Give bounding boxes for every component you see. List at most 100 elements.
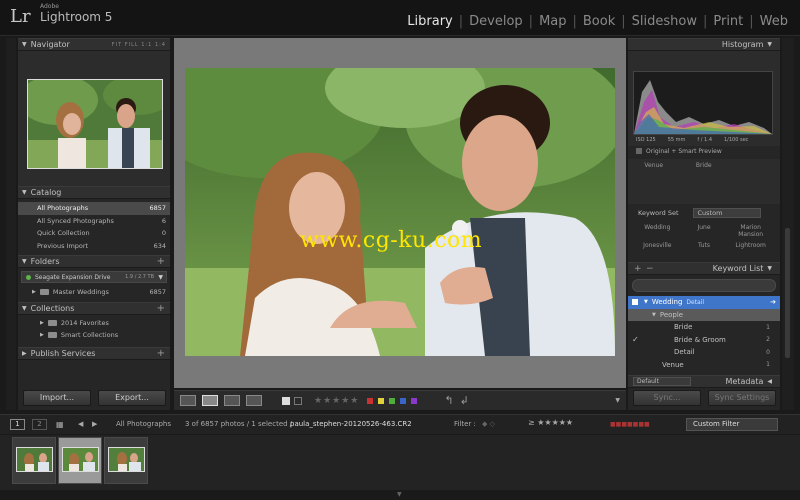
catalog-item[interactable]: All Synced Photographs 6 [18, 215, 170, 228]
color-label-yellow[interactable] [378, 397, 385, 404]
grid-icon[interactable]: ▦ [56, 420, 64, 429]
remove-keyword-icon[interactable]: − [646, 264, 654, 274]
collections-header[interactable]: ▼ Collections + [18, 302, 170, 315]
secondary-window-2-button[interactable]: 2 [32, 419, 47, 430]
catalog-item[interactable]: Quick Collection 0 [18, 227, 170, 240]
expand-triangle-icon[interactable]: ▼ [652, 312, 656, 318]
toolbar-menu-icon[interactable]: ▼ [615, 397, 620, 404]
main-photo[interactable]: www.cg-ku.com [185, 68, 615, 356]
add-collection-icon[interactable]: + [157, 303, 165, 314]
keyword-arrow-icon[interactable]: ➔ [770, 298, 776, 306]
module-print[interactable]: Print [707, 14, 749, 29]
selected-filename[interactable]: paula_stephen-20120526-463.CR2 [290, 420, 412, 428]
filmstrip-toggle-icon[interactable]: ▼ [397, 491, 402, 498]
catalog-header[interactable]: ▼ Catalog [18, 186, 170, 199]
keyword-set-item[interactable]: Tuts [681, 242, 728, 249]
filmstrip-thumbnail[interactable] [104, 437, 148, 484]
module-slideshow[interactable]: Slideshow [626, 14, 703, 29]
keyword-item[interactable]: ▼ Wedding Detail ➔ [628, 296, 780, 309]
secondary-window-1-button[interactable]: 1 [10, 419, 25, 430]
keyword-filter-input[interactable] [632, 279, 776, 292]
keyword-set-item[interactable]: June [681, 224, 728, 238]
rotate-left-icon[interactable]: ↰ [444, 394, 453, 407]
keyword-item[interactable]: Bride 1 [628, 321, 780, 334]
export-button[interactable]: Export... [98, 390, 166, 406]
metadata-header[interactable]: Default Metadata ◀ [628, 375, 780, 388]
color-label-green[interactable] [389, 397, 396, 404]
collection-item[interactable]: ▶ Smart Collections [18, 329, 170, 341]
filmstrip-thumbnail[interactable] [12, 437, 56, 484]
smart-preview-status[interactable]: Original + Smart Preview [628, 146, 780, 156]
reject-flag-icon[interactable] [294, 396, 302, 405]
right-panel-edge[interactable] [782, 38, 794, 410]
module-web[interactable]: Web [754, 14, 794, 29]
expand-triangle-icon[interactable]: ▶ [40, 320, 44, 326]
folders-header[interactable]: ▼ Folders + [18, 255, 170, 268]
catalog-list: All Photographs 6857 All Synced Photograp… [18, 199, 170, 255]
keyword-item[interactable]: Venue 1 [628, 359, 780, 372]
filmstrip-thumbnail-selected[interactable] [58, 437, 102, 484]
keyword-set-select[interactable]: Custom [692, 208, 761, 218]
custom-filter-select[interactable]: Custom Filter [686, 418, 778, 431]
navigator-header[interactable]: ▼ Navigator FIT FILL 1:1 1:4 [18, 38, 170, 51]
folder-item[interactable]: ▶ Master Weddings 6857 [18, 286, 170, 298]
drive-row[interactable]: Seagate Expansion Drive 1.9 / 2.7 TB ▼ [21, 271, 167, 283]
module-develop[interactable]: Develop [463, 14, 529, 29]
color-label-blue[interactable] [400, 397, 407, 404]
keyword-count: 2 [766, 336, 770, 344]
module-library[interactable]: Library [401, 14, 458, 29]
keyword-tag[interactable]: Bride [696, 162, 712, 169]
catalog-item[interactable]: Previous Import 634 [18, 240, 170, 253]
sync-settings-button[interactable]: Sync Settings [708, 390, 776, 406]
navigator-thumbnail[interactable] [18, 75, 173, 169]
expand-triangle-icon: ◀ [767, 378, 772, 385]
collection-label: 2014 Favorites [60, 319, 109, 327]
color-label-purple[interactable] [411, 397, 418, 404]
pick-flag-icon[interactable] [282, 396, 290, 405]
grid-view-icon[interactable] [180, 395, 196, 406]
module-book[interactable]: Book [577, 14, 621, 29]
keyword-set-item[interactable]: Marion Mansion [727, 224, 774, 238]
histogram-header[interactable]: Histogram ▼ [628, 38, 780, 51]
back-arrow-icon[interactable]: ◀ [78, 420, 83, 428]
sync-button[interactable]: Sync... [633, 390, 701, 406]
compare-view-icon[interactable] [224, 395, 240, 406]
right-panel-scrollbar[interactable] [785, 228, 790, 358]
color-filter-icons[interactable]: ■■■■■■■ [610, 421, 650, 428]
keyword-item[interactable]: Detail 0 [628, 346, 780, 359]
metadata-preset-select[interactable]: Default [633, 377, 691, 386]
expand-triangle-icon[interactable]: ▶ [32, 289, 36, 295]
add-folder-icon[interactable]: + [157, 256, 165, 267]
histogram-graph[interactable] [633, 71, 773, 135]
keyword-tags-row: Venue Bride [628, 159, 728, 169]
keyword-item[interactable]: ✓ Bride & Groom 2 [628, 334, 780, 347]
keyword-set-item[interactable]: Lightroom [727, 242, 774, 249]
keyword-set-item[interactable]: Wedding [634, 224, 681, 238]
keyword-tag[interactable]: Venue [644, 162, 663, 169]
star-rating[interactable]: ★★★★★ [314, 396, 359, 406]
survey-view-icon[interactable] [246, 395, 262, 406]
collection-item[interactable]: ▶ 2014 Favorites [18, 317, 170, 329]
forward-arrow-icon[interactable]: ▶ [92, 420, 97, 428]
left-panel-edge[interactable] [6, 38, 16, 410]
navigator-zoom-options[interactable]: FIT FILL 1:1 1:4 [112, 42, 166, 48]
keyword-checkbox[interactable] [632, 299, 638, 306]
add-publish-service-icon[interactable]: + [157, 348, 165, 359]
filmstrip-source[interactable]: All Photographs [116, 420, 171, 428]
color-label-red[interactable] [367, 397, 374, 404]
add-keyword-icon[interactable]: + [634, 264, 642, 274]
loupe-view-icon[interactable] [202, 395, 218, 406]
expand-triangle-icon[interactable]: ▼ [644, 299, 648, 305]
catalog-item[interactable]: All Photographs 6857 [18, 202, 170, 215]
expand-triangle-icon[interactable]: ▶ [40, 332, 44, 338]
import-button[interactable]: Import... [23, 390, 91, 406]
keyword-list-header[interactable]: + − Keyword List ▼ [628, 262, 780, 275]
keyword-item[interactable]: ▼ People [628, 308, 780, 321]
flag-filter-icons[interactable]: ◆ ◇ [482, 420, 495, 428]
check-icon[interactable]: ✓ [632, 335, 639, 344]
rating-filter[interactable]: ≥ ★★★★★ [528, 418, 573, 427]
module-map[interactable]: Map [533, 14, 572, 29]
publish-services-header[interactable]: ▶ Publish Services + [18, 347, 170, 360]
keyword-set-item[interactable]: Jonesville [634, 242, 681, 249]
rotate-right-icon[interactable]: ↲ [460, 394, 469, 407]
